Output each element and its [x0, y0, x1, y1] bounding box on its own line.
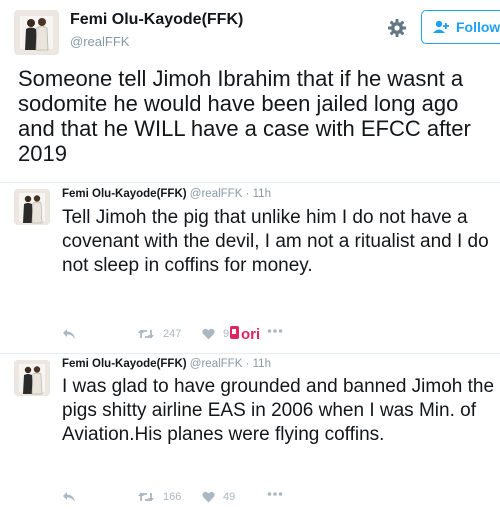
timestamp[interactable]: 11h	[253, 358, 271, 370]
like-button[interactable]: 49	[202, 491, 235, 503]
reply-icon	[62, 328, 76, 340]
avatar[interactable]	[14, 10, 59, 55]
tweet-text: Tell Jimoh the pig that unlike him I do …	[62, 207, 489, 276]
tweet-actions: 166 49	[62, 491, 482, 509]
avatar[interactable]	[14, 360, 50, 396]
reply-button[interactable]	[62, 328, 76, 340]
retweet-button[interactable]: 247	[137, 328, 181, 340]
retweet-icon	[137, 328, 155, 340]
watermark-logo: ori	[230, 322, 270, 350]
display-name[interactable]: Femi Olu-Kayode(FFK)	[62, 188, 187, 200]
tweet-actions: 247 95	[62, 328, 482, 346]
timestamp[interactable]: 11h	[253, 188, 271, 200]
display-name[interactable]: Femi Olu-Kayode(FFK)	[70, 11, 243, 29]
follow-button[interactable]: Follow	[421, 10, 500, 44]
retweet-button[interactable]: 166	[137, 491, 181, 503]
user-handle[interactable]: @realFFK	[190, 358, 243, 370]
user-handle[interactable]: @realFFK	[190, 188, 243, 200]
tweet-text: Someone tell Jimoh Ibrahim that if he wa…	[18, 66, 471, 166]
retweet-icon	[137, 491, 155, 503]
tweet-text: I was glad to have grounded and banned J…	[62, 376, 495, 445]
user-handle[interactable]: @realFFK	[70, 34, 129, 49]
avatar[interactable]	[14, 189, 50, 225]
follow-label: Follow	[456, 19, 500, 35]
display-name[interactable]: Femi Olu-Kayode(FFK)	[62, 358, 187, 370]
separator: ·	[245, 188, 250, 200]
separator: ·	[245, 358, 250, 370]
heart-icon	[202, 491, 215, 503]
reply-icon	[62, 491, 76, 503]
retweet-count: 166	[163, 491, 182, 503]
reply-tweet[interactable]: Femi Olu-Kayode(FFK) @realFFK · 11h I wa…	[0, 354, 500, 509]
svg-text:ori: ori	[241, 326, 260, 343]
gear-icon[interactable]	[386, 17, 408, 39]
reply-header: Femi Olu-Kayode(FFK) @realFFK · 11h	[62, 358, 271, 370]
more-button[interactable]	[267, 491, 283, 497]
like-count: 49	[223, 491, 236, 503]
more-icon	[267, 491, 283, 497]
heart-icon	[202, 328, 215, 340]
reply-header: Femi Olu-Kayode(FFK) @realFFK · 11h	[62, 188, 271, 200]
retweet-count: 247	[163, 328, 182, 340]
main-tweet-header: Femi Olu-Kayode(FFK) @realFFK Follow	[0, 0, 500, 60]
reply-button[interactable]	[62, 491, 76, 503]
add-user-icon	[432, 20, 450, 34]
